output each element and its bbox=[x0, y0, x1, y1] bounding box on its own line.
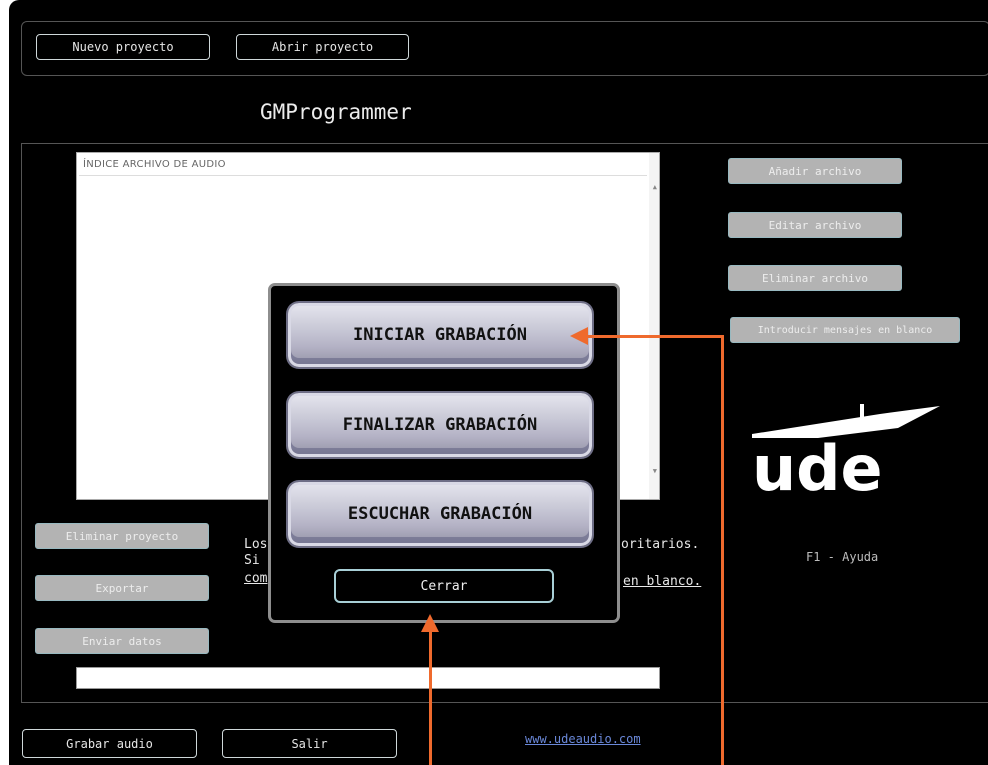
info-line-3-start[interactable]: com bbox=[244, 571, 267, 587]
scroll-up-icon[interactable]: ▲ bbox=[653, 183, 657, 191]
arrow-head-left-icon bbox=[570, 327, 588, 345]
recording-dialog: INICIAR GRABACIÓN FINALIZAR GRABACIÓN ES… bbox=[268, 283, 620, 623]
info-line-2-start: Si bbox=[244, 553, 260, 568]
scroll-down-icon[interactable]: ▼ bbox=[653, 467, 657, 475]
arrow-head-up-icon bbox=[421, 614, 439, 632]
list-header-divider bbox=[79, 175, 647, 176]
info-line-1-start: Los bbox=[244, 537, 268, 552]
edit-file-button[interactable]: Editar archivo bbox=[728, 212, 902, 238]
stop-recording-button[interactable]: FINALIZAR GRABACIÓN bbox=[288, 393, 592, 457]
export-button[interactable]: Exportar bbox=[35, 575, 209, 601]
help-hint: F1 - Ayuda bbox=[806, 550, 879, 564]
delete-project-button[interactable]: Eliminar proyecto bbox=[35, 523, 209, 549]
app-title: GMProgrammer bbox=[260, 100, 412, 124]
exit-button[interactable]: Salir bbox=[222, 729, 397, 758]
send-data-button[interactable]: Enviar datos bbox=[35, 628, 209, 654]
add-file-button[interactable]: Añadir archivo bbox=[728, 158, 902, 184]
start-recording-button[interactable]: INICIAR GRABACIÓN bbox=[288, 303, 592, 367]
status-field bbox=[76, 667, 660, 689]
logo-text: ude bbox=[752, 432, 883, 492]
record-audio-button[interactable]: Grabar audio bbox=[22, 729, 197, 758]
info-line-3-end[interactable]: en blanco. bbox=[623, 574, 701, 590]
ude-logo: ude bbox=[752, 404, 940, 492]
list-header: ÍNDICE ARCHIVO DE AUDIO bbox=[83, 159, 226, 170]
close-dialog-button[interactable]: Cerrar bbox=[334, 569, 554, 603]
play-recording-button[interactable]: ESCUCHAR GRABACIÓN bbox=[288, 482, 592, 546]
blank-messages-button[interactable]: Introducir mensajes en blanco bbox=[730, 317, 960, 343]
annotation-arrow-vertical-right bbox=[721, 335, 724, 765]
open-project-button[interactable]: Abrir proyecto bbox=[236, 34, 409, 60]
website-link[interactable]: www.udeaudio.com bbox=[525, 732, 641, 746]
new-project-button[interactable]: Nuevo proyecto bbox=[36, 34, 210, 60]
annotation-arrow-horizontal bbox=[584, 335, 723, 338]
delete-file-button[interactable]: Eliminar archivo bbox=[728, 265, 902, 291]
list-scrollbar[interactable]: ▲ ▼ bbox=[649, 153, 659, 499]
annotation-arrow-vertical-left bbox=[429, 628, 432, 765]
info-line-1-end: oritarios. bbox=[621, 537, 700, 552]
